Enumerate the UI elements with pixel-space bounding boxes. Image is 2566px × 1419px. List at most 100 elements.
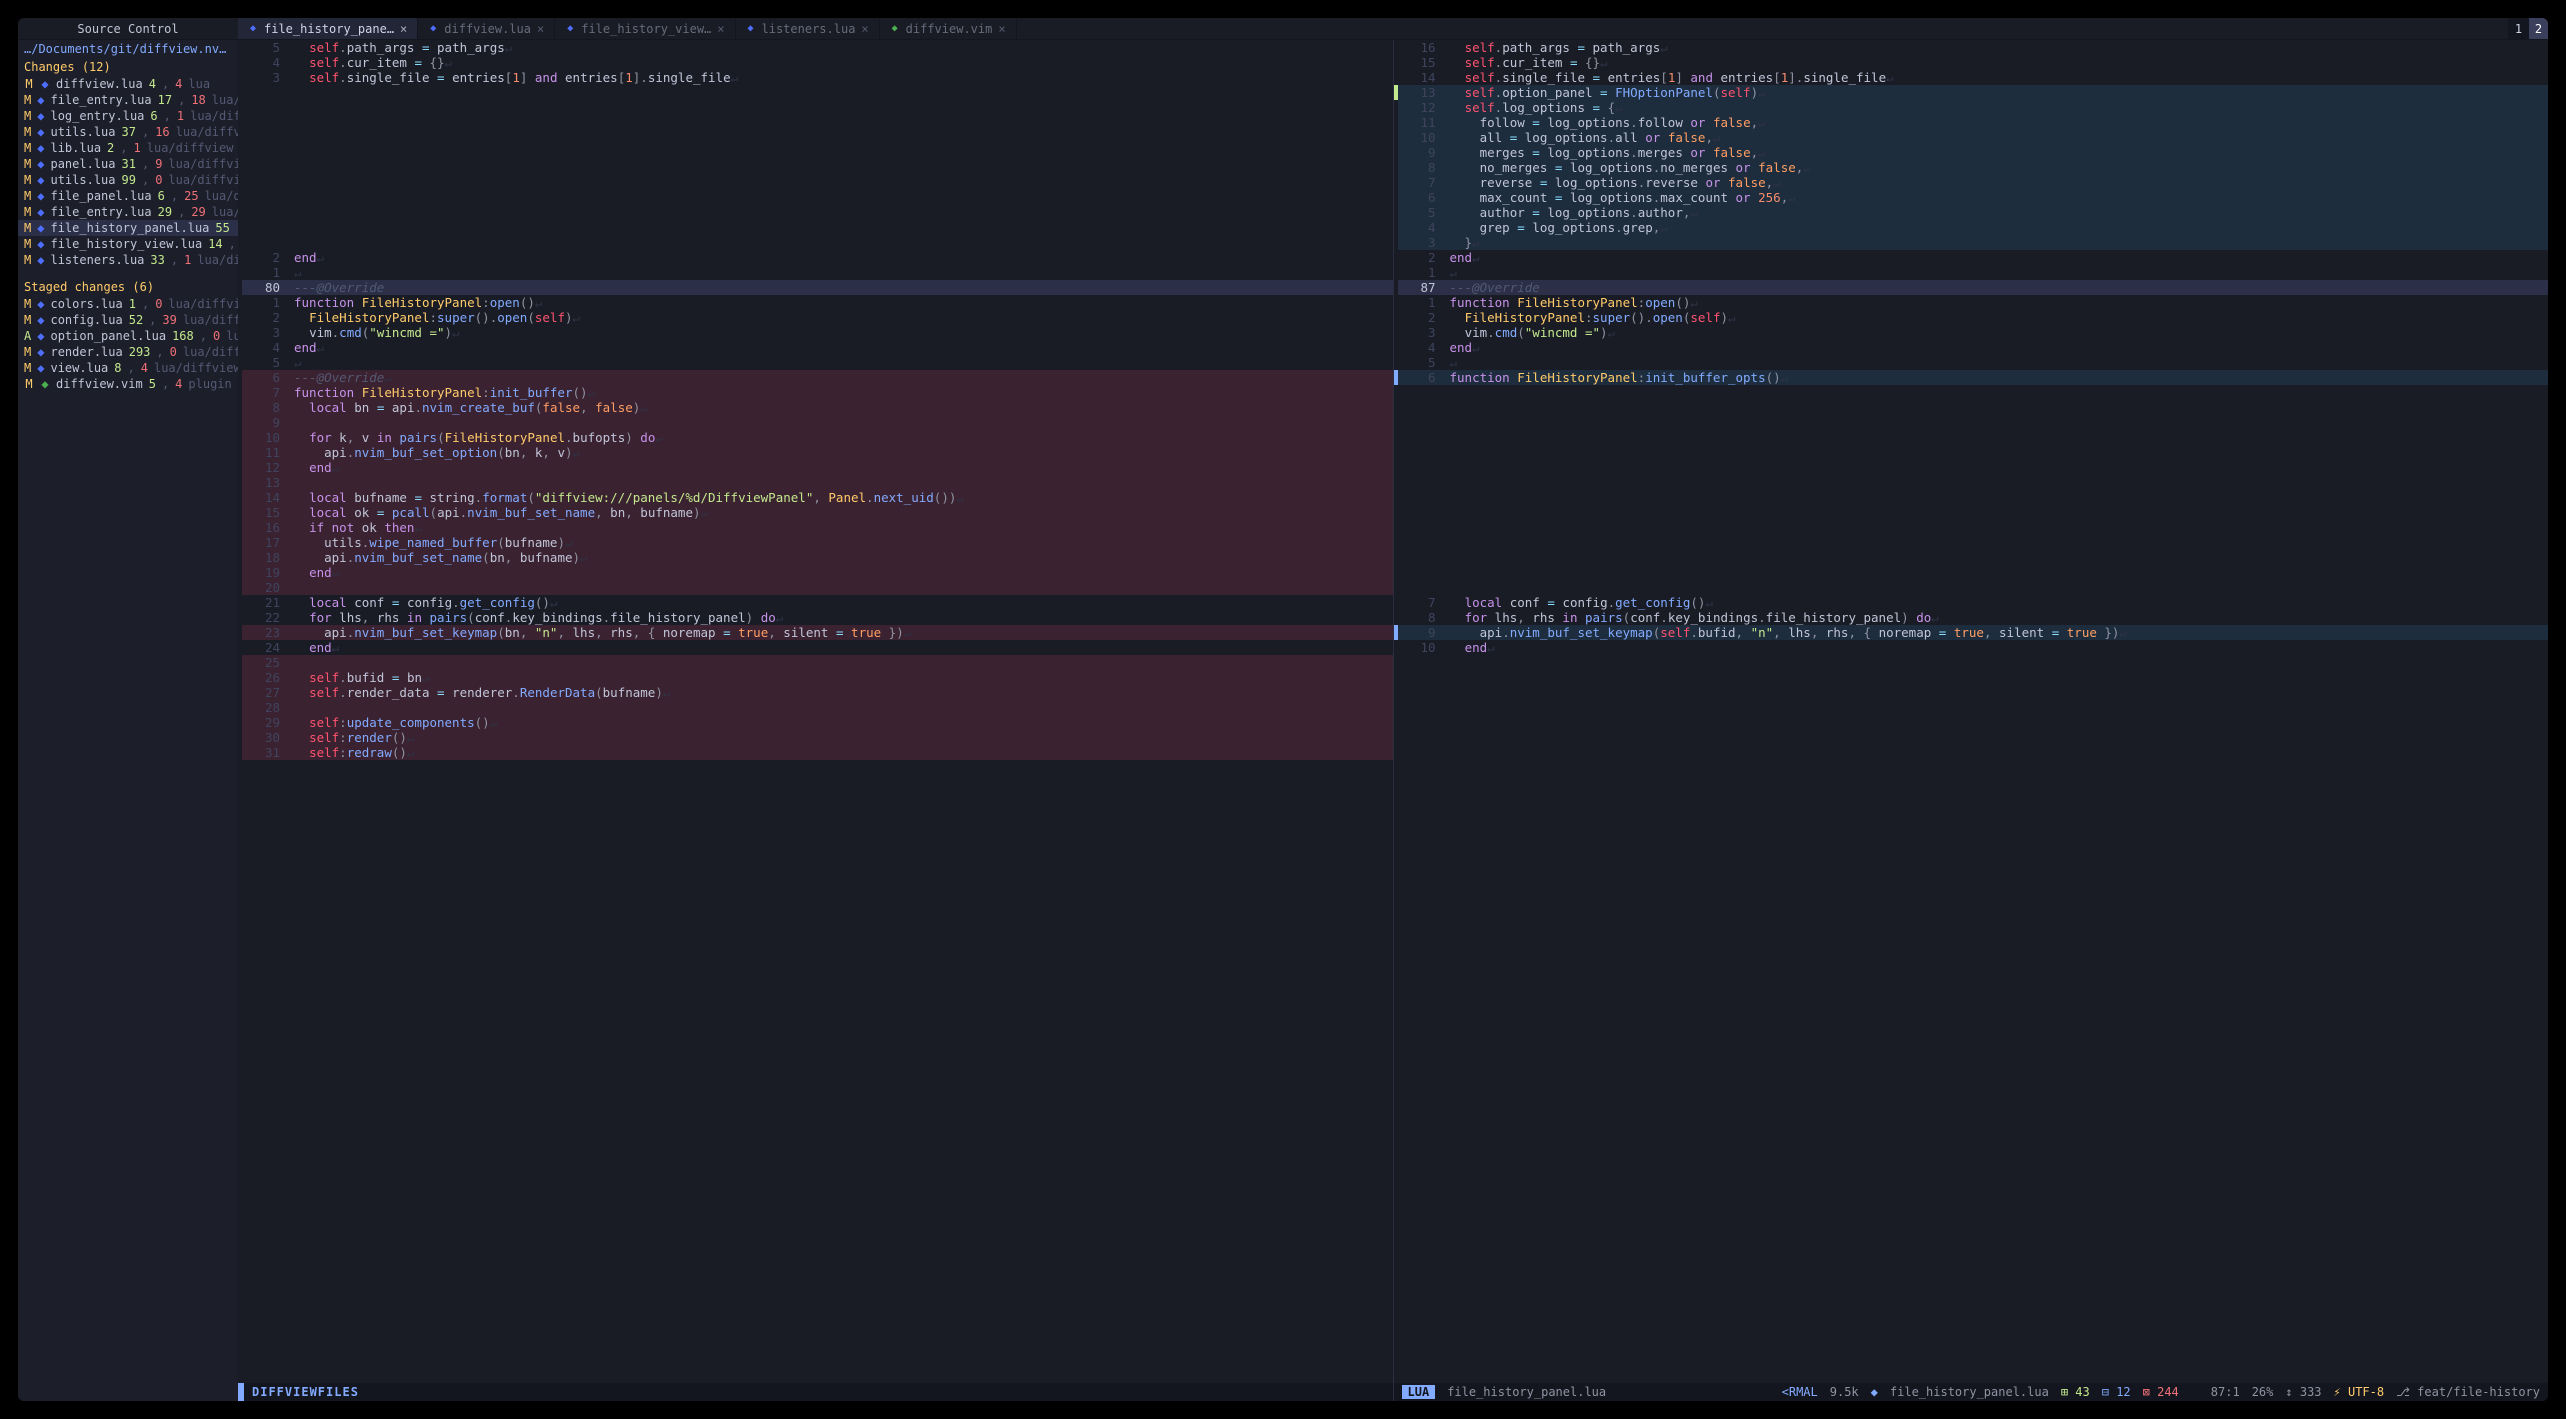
code-line: 8 no_merges = log_options.no_merges or f… — [1394, 160, 2549, 175]
code-line: 15 local ok = pcall(api.nvim_buf_set_nam… — [238, 505, 1393, 520]
code-line: 3 vim.cmd("wincmd =")↵ — [1394, 325, 2549, 340]
file-row[interactable]: M◆config.lua52, 39 lua/diffvie — [18, 312, 238, 328]
tab-4[interactable]: ◆diffview.vim× — [880, 18, 1017, 39]
code-line: 16 self.path_args = path_args↵ — [1394, 40, 2549, 55]
file-row[interactable]: M◆log_entry.lua6, 1 lua/diffvi — [18, 108, 238, 124]
close-icon[interactable]: × — [998, 22, 1005, 36]
file-row[interactable]: M◆lib.lua2, 1 lua/diffview — [18, 140, 238, 156]
gutter: 1 — [1398, 265, 1446, 280]
code-line — [238, 175, 1393, 190]
gutter: 1 — [242, 265, 290, 280]
diff-pane-left[interactable]: 5 self.path_args = path_args↵4 self.cur_… — [238, 40, 1393, 1401]
tab-0[interactable]: ◆file_history_pane…× — [238, 18, 418, 39]
gutter: 12 — [242, 460, 290, 475]
file-row[interactable]: M◆diffview.vim5, 4 plugin — [18, 376, 238, 392]
file-row[interactable]: M◆file_entry.lua17, 18 lua/dif — [18, 92, 238, 108]
deletions: 18 — [191, 93, 205, 107]
lua-icon: ◆ — [37, 109, 44, 123]
gutter: 11 — [242, 445, 290, 460]
code-line: 9 api.nvim_buf_set_keymap(self.bufid, "n… — [1394, 625, 2549, 640]
code-line: 25 — [238, 655, 1393, 670]
status-letter: M — [24, 345, 31, 359]
tab-3[interactable]: ◆listeners.lua× — [736, 18, 880, 39]
file-name: diffview.lua — [56, 77, 143, 91]
file-row[interactable]: M◆utils.lua99, 0 lua/diffview — [18, 172, 238, 188]
tab-2[interactable]: ◆file_history_view…× — [555, 18, 735, 39]
gutter: 19 — [242, 565, 290, 580]
code-line — [238, 220, 1393, 235]
deletions: 0 — [213, 329, 220, 343]
changes-header[interactable]: Changes (12) — [18, 58, 238, 76]
file-row[interactable]: M◆file_history_view.lua14, 10 — [18, 236, 238, 252]
file-row[interactable]: M◆utils.lua37, 16 lua/diffview — [18, 124, 238, 140]
status-mode: <RMAL — [1782, 1385, 1818, 1399]
gutter — [242, 130, 290, 145]
code-line: 87---@Override↵ — [1394, 280, 2549, 295]
code-line: 11 api.nvim_buf_set_option(bn, k, v)↵ — [238, 445, 1393, 460]
deletions: 1 — [184, 253, 191, 267]
gutter: 21 — [242, 595, 290, 610]
code-line — [238, 115, 1393, 130]
lua-icon: ◆ — [40, 77, 50, 91]
additions: 37 — [122, 125, 136, 139]
code-line — [1394, 385, 2549, 400]
code-line: 2 FileHistoryPanel:super().open(self)↵ — [238, 310, 1393, 325]
file-name: colors.lua — [50, 297, 122, 311]
code-line — [1394, 445, 2549, 460]
file-row[interactable]: M◆listeners.lua33, 1 lua/diffv — [18, 252, 238, 268]
code-line: 19 end↵ — [238, 565, 1393, 580]
status-letter: M — [24, 297, 31, 311]
gutter: 16 — [1398, 40, 1446, 55]
lua-icon: ◆ — [37, 205, 44, 219]
close-icon[interactable]: × — [861, 22, 868, 36]
status-letter: M — [24, 361, 31, 375]
file-dir: lua — [188, 77, 210, 91]
gutter: 26 — [242, 670, 290, 685]
gutter — [1398, 550, 1446, 565]
additions: 31 — [122, 157, 136, 171]
status-letter: M — [24, 173, 31, 187]
file-row[interactable]: M◆file_entry.lua29, 29 lua/dif — [18, 204, 238, 220]
code-line: 14 local bufname = string.format("diffvi… — [238, 490, 1393, 505]
gutter: 27 — [242, 685, 290, 700]
win-counter-2[interactable]: 2 — [2528, 18, 2548, 39]
code-line: 22 for lhs, rhs in pairs(conf.key_bindin… — [238, 610, 1393, 625]
code-line: 13 self.option_panel = FHOptionPanel(sel… — [1394, 85, 2549, 100]
lua-icon: ◆ — [37, 141, 44, 155]
tab-1[interactable]: ◆diffview.lua× — [418, 18, 555, 39]
close-icon[interactable]: × — [400, 22, 407, 36]
file-row[interactable]: M◆render.lua293, 0 lua/diffvie — [18, 344, 238, 360]
file-dir: lua/diffview — [176, 125, 238, 139]
status-file: file_history_panel.lua — [1447, 1385, 1606, 1399]
gutter — [242, 115, 290, 130]
gutter: 18 — [242, 550, 290, 565]
file-row[interactable]: A◆option_panel.lua168, 0 lua/d — [18, 328, 238, 344]
status-branch: ⎇ feat/file-history — [2396, 1385, 2540, 1399]
staged-header[interactable]: Staged changes (6) — [18, 278, 238, 296]
file-row[interactable]: M◆colors.lua1, 0 lua/diffview — [18, 296, 238, 312]
close-icon[interactable]: × — [717, 22, 724, 36]
win-counter-1[interactable]: 1 — [2508, 18, 2528, 39]
gutter — [242, 190, 290, 205]
file-row[interactable]: M◆file_panel.lua6, 25 lua/diff — [18, 188, 238, 204]
file-dir: lua/diff — [205, 189, 238, 203]
close-icon[interactable]: × — [537, 22, 544, 36]
file-row[interactable]: M◆view.lua8, 4 lua/diffview/vi — [18, 360, 238, 376]
gutter: 25 — [242, 655, 290, 670]
diff-pane-right[interactable]: 16 self.path_args = path_args↵15 self.cu… — [1393, 40, 2549, 1401]
file-row[interactable]: M◆diffview.lua4, 4 lua — [18, 76, 238, 92]
lua-icon: ◆ — [37, 313, 44, 327]
editor-window: Source Control ◆file_history_pane…×◆diff… — [18, 18, 2548, 1401]
file-row[interactable]: M◆file_history_panel.lua55, 25 — [18, 220, 238, 236]
gutter — [1398, 565, 1446, 580]
gutter — [1398, 430, 1446, 445]
code-line: 10 end↵ — [1394, 640, 2549, 655]
code-line: 4 grep = log_options.grep,↵ — [1394, 220, 2549, 235]
file-row[interactable]: M◆panel.lua31, 9 lua/diffview/ — [18, 156, 238, 172]
status-letter: M — [24, 93, 31, 107]
code-line: 5 self.path_args = path_args↵ — [238, 40, 1393, 55]
gutter — [242, 145, 290, 160]
code-line: 2end↵ — [1394, 250, 2549, 265]
deletions: 1 — [134, 141, 141, 155]
gutter: 7 — [1398, 175, 1446, 190]
